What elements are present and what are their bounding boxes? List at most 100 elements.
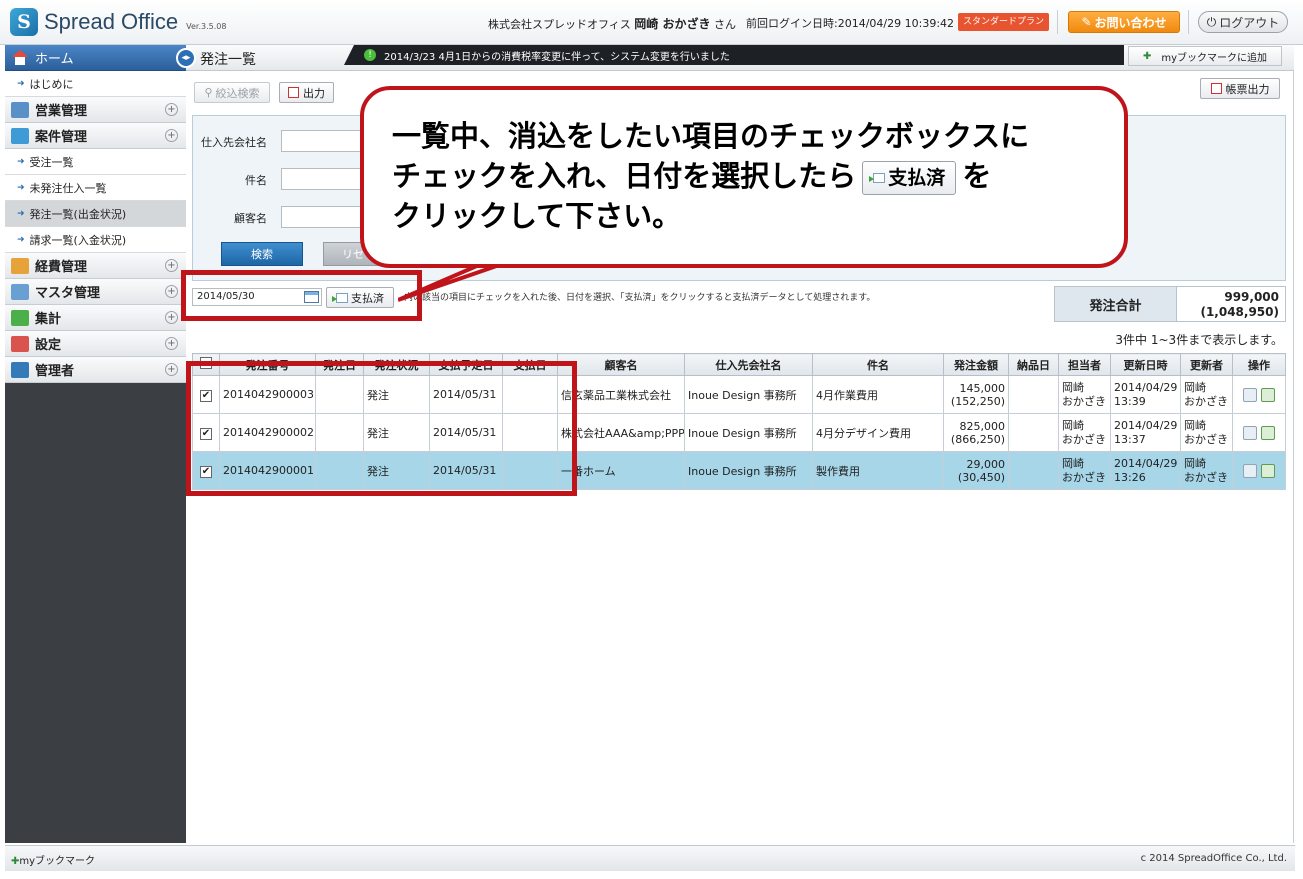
staff-line2: おかざき [1062,394,1106,408]
sidebar-sub-item[interactable]: ➜ 受注一覧 [5,149,186,175]
updated-by: 岡崎 おかざき [1180,451,1233,490]
column-header[interactable]: 担当者 [1058,353,1111,376]
search-icon: ⚲ [204,86,213,99]
expand-plus-icon[interactable]: + [165,363,178,376]
order-total: 発注合計 999,000 (1,048,950) [1054,286,1286,322]
add-bookmark-label: myブックマークに追加 [1161,52,1268,64]
updated-by-line1: 岡崎 [1184,380,1206,394]
sidebar-category[interactable]: 営業管理 + [5,97,186,123]
sidebar-category-label: 管理者 [35,364,75,379]
sidebar-sub-item[interactable]: ➜ 未発注仕入一覧 [5,175,186,201]
sidebar-category[interactable]: マスタ管理 + [5,279,186,305]
search-button[interactable]: 検索 [221,242,303,266]
expand-plus-icon[interactable]: + [165,311,178,324]
updated-by-line1: 岡崎 [1184,418,1206,432]
export-button[interactable]: 出力 [279,82,334,103]
amount: 145,000 [959,381,1006,395]
updated-date: 2014/04/29 [1114,456,1178,470]
bookmark-icon: ✚ [1142,50,1152,62]
sidebar-sub-label: 請求一覧(入金状況) [29,233,127,247]
page-title: 発注一覧 [200,52,256,68]
filter-search-button[interactable]: ⚲ 絞込検索 [194,82,270,103]
category-icon [11,361,29,378]
expand-plus-icon[interactable]: + [165,259,178,272]
sidebar-home[interactable]: ホーム [5,45,186,71]
view-icon[interactable] [1243,425,1257,440]
sidebar-sub-item[interactable]: ➜ はじめに [5,71,186,97]
sidebar-category-label: 営業管理 [35,104,88,119]
header-divider [1188,10,1189,34]
plan-badge: スタンダードプラン [958,13,1050,31]
last-login: 前回ログイン日時:2014/04/29 10:39:42 [746,15,954,31]
column-header[interactable]: 操作 [1232,353,1286,376]
arrow-right-icon: ➜ [17,156,25,167]
sidebar-category[interactable]: 経費管理 + [5,253,186,279]
export-icon [288,87,299,98]
footer: ✚myブックマーク c 2014 SpreadOffice Co., Ltd. [5,845,1295,871]
column-header[interactable]: 仕入先会社名 [684,353,813,376]
staff: 岡崎 おかざき [1058,451,1111,490]
sidebar-sub-item[interactable]: ➜ 請求一覧(入金状況) [5,227,186,253]
updated-date: 2014/04/29 [1114,380,1178,394]
subject: 製作費用 [812,451,944,490]
sidebar-category[interactable]: 案件管理 + [5,123,186,149]
column-header[interactable]: 件名 [812,353,944,376]
sidebar-category[interactable]: 管理者 + [5,357,186,383]
news-ticker[interactable]: ! 2014/3/23 4月1日からの消費税率変更に伴って、システム変更を行いま… [344,45,1124,65]
view-icon[interactable] [1243,387,1257,402]
customer-label: 顧客名 [234,212,267,225]
inquiry-button[interactable]: ✎ お問い合わせ [1068,11,1180,33]
updated-time: 13:39 [1114,394,1146,408]
order-total-label: 発注合計 [1055,287,1177,321]
callout-line2-end: を [962,159,992,193]
category-icon [11,335,29,352]
sidebar-category[interactable]: 設定 + [5,331,186,357]
collapse-toggle-icon[interactable]: ◂▸ [176,48,196,68]
staff-line2: おかざき [1062,432,1106,446]
news-text: 2014/3/23 4月1日からの消費税率変更に伴って、システム変更を行いました [384,51,730,63]
sidebar-category[interactable]: 集計 + [5,305,186,331]
subject: 4月作業費用 [812,375,944,414]
column-header[interactable]: 納品日 [1008,353,1059,376]
app-logo[interactable]: S Spread Office Ver.3.5.08 [10,8,226,36]
row-actions [1232,375,1286,414]
app-header: S Spread Office Ver.3.5.08 株式会社スプレッドオフィス… [0,0,1303,45]
sidebar-home-label: ホーム [35,52,74,67]
updated-by-line2: おかざき [1184,470,1228,484]
callout-tail [398,262,508,302]
category-icon [11,257,29,274]
annotation-highlight-checkboxes [186,361,577,496]
column-header[interactable]: 更新日時 [1110,353,1181,376]
category-icon [11,283,29,300]
inquiry-label: お問い合わせ [1094,15,1167,30]
footer-bookmark[interactable]: ✚myブックマーク [11,852,95,867]
column-header[interactable]: 発注金額 [943,353,1009,376]
updated-by: 岡崎 おかざき [1180,413,1233,452]
edit-icon[interactable] [1261,425,1275,440]
report-output-button[interactable]: 帳票出力 [1200,78,1280,99]
sidebar-category-label: マスタ管理 [35,286,101,301]
sidebar-sub-item[interactable]: ➜ 発注一覧(出金状況) [5,201,186,227]
paid-icon [869,173,886,183]
updated-at: 2014/04/29 13:37 [1110,413,1181,452]
add-bookmark-button[interactable]: ✚ myブックマークに追加 [1128,46,1282,66]
staff: 岡崎 おかざき [1058,375,1111,414]
expand-plus-icon[interactable]: + [165,285,178,298]
view-icon[interactable] [1243,463,1257,478]
expand-plus-icon[interactable]: + [165,129,178,142]
sidebar-category-label: 集計 [35,312,62,327]
report-output-label: 帳票出力 [1225,82,1270,96]
record-count: 3件中 1~3件まで表示します。 [1115,333,1283,347]
home-icon [11,49,29,66]
expand-plus-icon[interactable]: + [165,103,178,116]
callout-paid-button: 支払済 [862,161,957,195]
filter-search-label: 絞込検索 [215,86,260,100]
callout-line3: クリックして下さい。 [392,199,682,233]
edit-icon[interactable] [1261,463,1275,478]
edit-icon[interactable] [1261,387,1275,402]
pencil-icon: ✎ [1081,15,1092,29]
order-amount: 145,000 (152,250) [943,375,1009,414]
logout-button[interactable]: ⏻ ログアウト [1198,11,1288,33]
expand-plus-icon[interactable]: + [165,337,178,350]
column-header[interactable]: 更新者 [1180,353,1233,376]
